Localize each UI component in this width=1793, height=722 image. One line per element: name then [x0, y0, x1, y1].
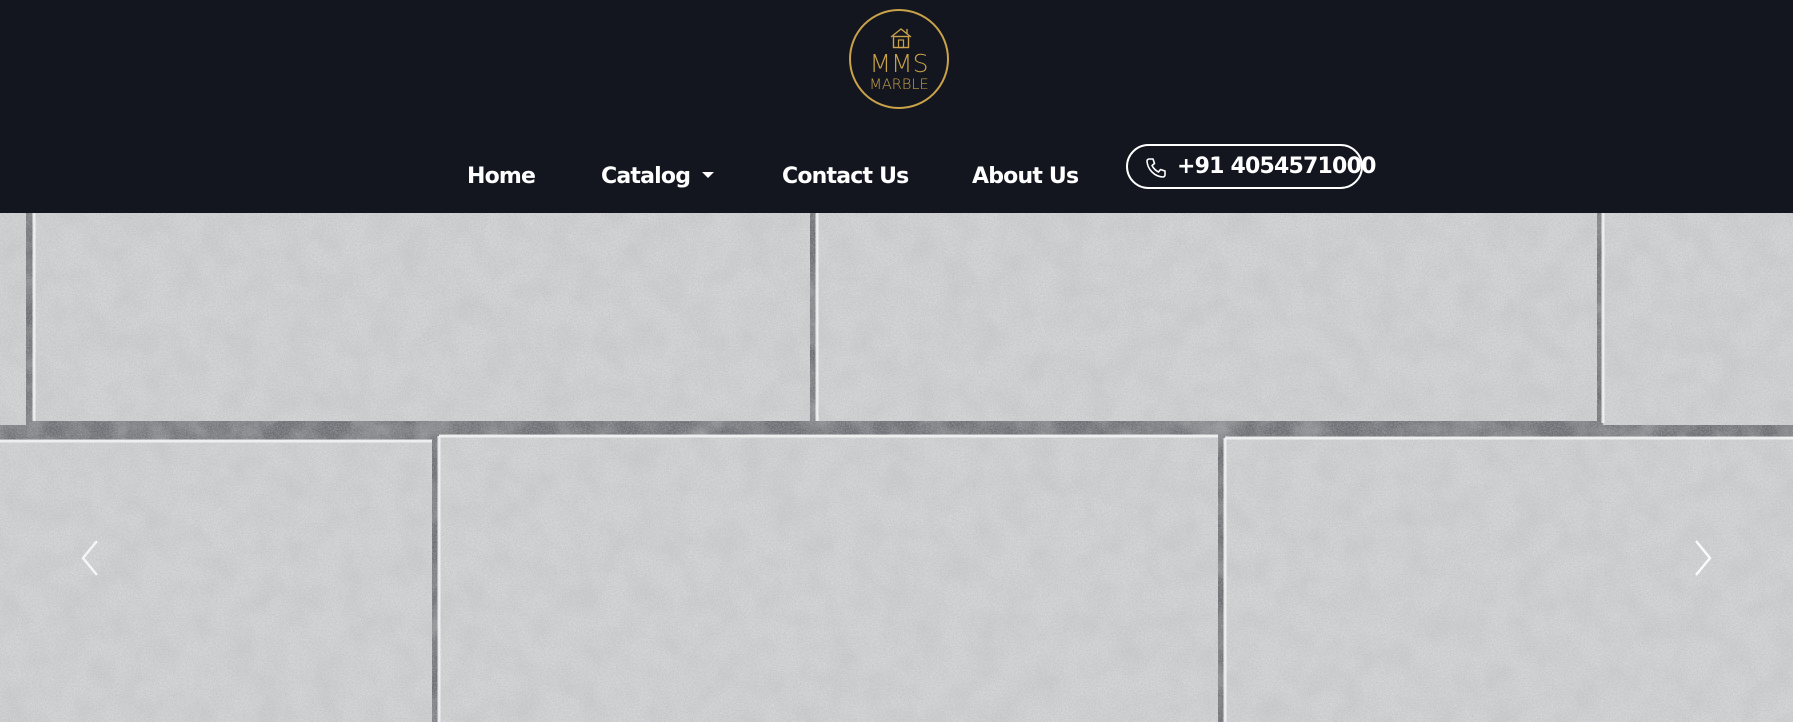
- phone-number: +91 4054571000: [1177, 154, 1376, 179]
- logo[interactable]: MMS MARBLE: [849, 9, 949, 109]
- nav-home[interactable]: Home: [467, 164, 536, 190]
- nav-catalog[interactable]: Catalog: [601, 164, 715, 190]
- chevron-right-icon: [1695, 540, 1712, 576]
- logo-text-mms: MMS: [869, 49, 929, 78]
- site-header: MMS MARBLE Home Catalog Contact Us About…: [0, 0, 1793, 213]
- nav-about-us[interactable]: About Us: [972, 164, 1079, 190]
- phone-button[interactable]: +91 4054571000: [1126, 144, 1376, 189]
- main-nav: Home Catalog Contact Us About Us: [0, 144, 1793, 204]
- carousel-prev-button[interactable]: [75, 535, 105, 581]
- nav-contact-us[interactable]: Contact Us: [782, 164, 909, 190]
- nav-catalog-label: Catalog: [601, 164, 691, 189]
- phone-icon: [1146, 158, 1166, 178]
- logo-text-marble: MARBLE: [869, 77, 929, 93]
- caret-down-icon: [702, 172, 715, 178]
- stone-wall-image: [0, 213, 1793, 722]
- house-icon: [890, 28, 912, 49]
- carousel-next-button[interactable]: [1688, 535, 1718, 581]
- chevron-left-icon: [81, 540, 98, 576]
- hero-carousel: [0, 213, 1793, 722]
